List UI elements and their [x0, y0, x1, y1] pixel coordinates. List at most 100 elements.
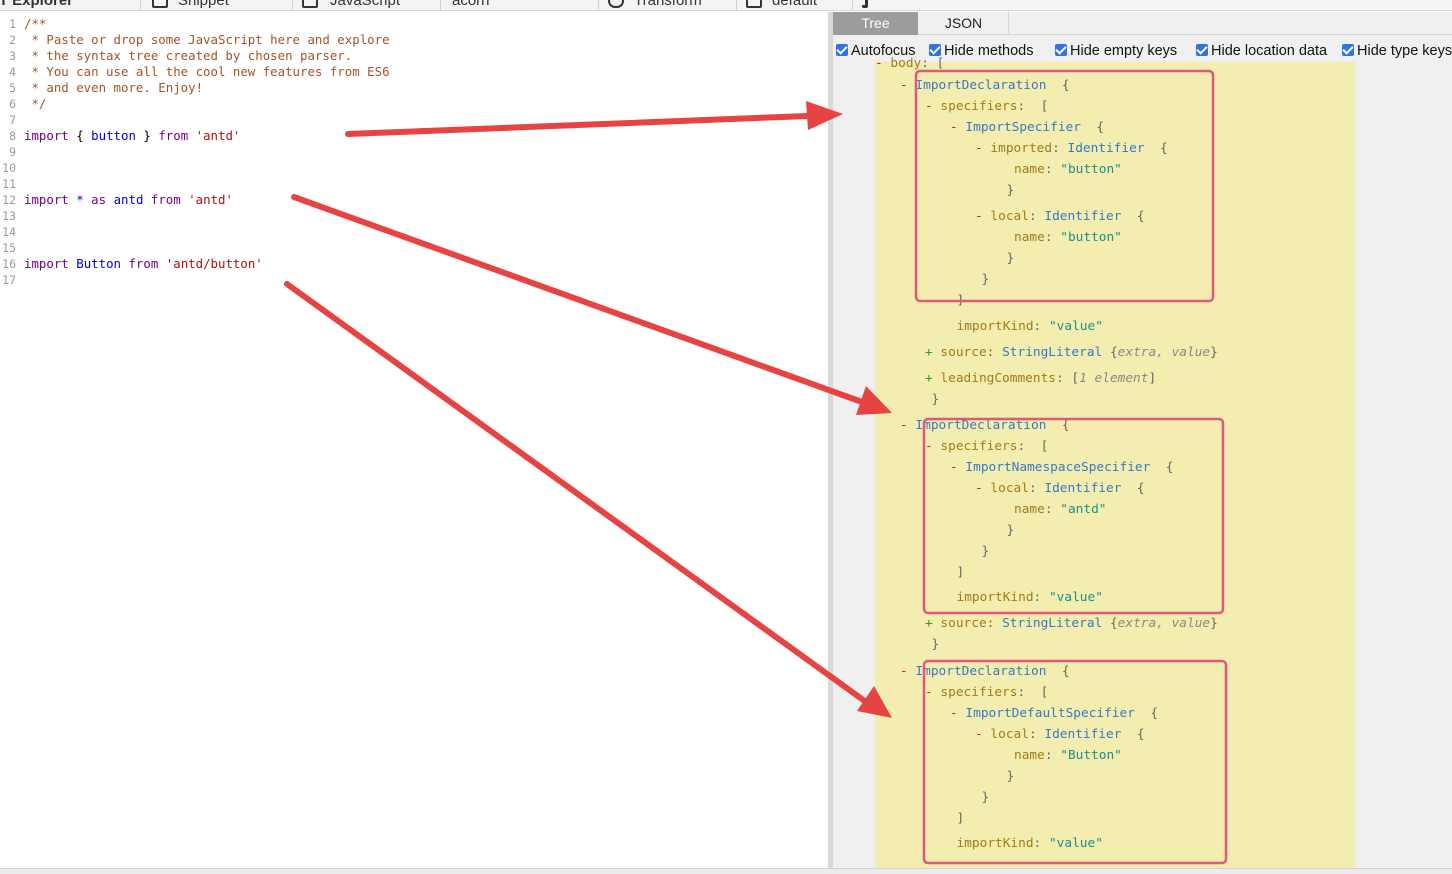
tree-node[interactable]: - specifiers: [	[925, 98, 1048, 116]
option-checkbox[interactable]: Hide empty keys	[1055, 42, 1177, 60]
tree-node[interactable]: - local: Identifier {	[975, 726, 1145, 744]
checkbox-icon[interactable]	[1342, 44, 1354, 56]
tree-node[interactable]: - specifiers: [	[925, 684, 1048, 702]
collapse-toggle[interactable]: -	[950, 460, 965, 475]
tree-token: ImportDeclaration	[915, 664, 1047, 679]
code-line[interactable]: 12 import * as antd from 'antd'	[0, 192, 828, 208]
tree-node[interactable]: }	[932, 636, 940, 654]
collapse-toggle[interactable]: -	[925, 439, 940, 454]
tree-token: :	[1052, 141, 1068, 156]
code-line[interactable]: 14	[0, 224, 828, 240]
parser-menu[interactable]: acorn	[452, 0, 490, 9]
code-line[interactable]: 6 */	[0, 96, 828, 112]
tree-token: {	[1121, 209, 1145, 224]
code-line[interactable]: 10	[0, 160, 828, 176]
language-icon[interactable]	[302, 0, 318, 8]
collapse-toggle[interactable]: -	[950, 120, 965, 135]
tree-node[interactable]: - local: Identifier {	[975, 480, 1145, 498]
tree-node[interactable]: importKind: "value"	[957, 835, 1103, 853]
transform-icon[interactable]	[608, 0, 624, 8]
tab-json[interactable]: JSON	[919, 12, 1009, 35]
option-checkbox[interactable]: Hide type keys	[1342, 42, 1452, 60]
option-checkbox[interactable]: Hide location data	[1196, 42, 1327, 60]
tree-node[interactable]: }	[982, 543, 990, 561]
code-editor[interactable]: 1/** 2 * Paste or drop some JavaScript he…	[0, 12, 828, 868]
help-icon[interactable]	[862, 0, 868, 8]
tree-node[interactable]: name: "antd"	[1014, 501, 1106, 519]
tree-node[interactable]: ]	[957, 564, 965, 582]
collapse-toggle[interactable]: -	[900, 78, 915, 93]
tree-node[interactable]: - specifiers: [	[925, 438, 1048, 456]
tree-token: Identifier	[1067, 141, 1145, 156]
checkbox-icon[interactable]	[1055, 44, 1067, 56]
tree-node[interactable]: - ImportDeclaration {	[900, 77, 1070, 95]
tree-node[interactable]: }	[1007, 768, 1015, 786]
collapse-toggle[interactable]: -	[975, 727, 990, 742]
tree-node[interactable]: + source: StringLiteral {extra, value}	[925, 344, 1218, 362]
tree-node[interactable]: }	[1007, 250, 1015, 268]
expand-toggle[interactable]: +	[925, 345, 940, 360]
snippet-menu[interactable]: Snippet	[178, 0, 229, 9]
expand-toggle[interactable]: +	[925, 616, 940, 631]
tree-node[interactable]: }	[1007, 182, 1015, 200]
tree-node[interactable]: - ImportDefaultSpecifier {	[950, 705, 1158, 723]
tree-node[interactable]: }	[982, 271, 990, 289]
tree-node[interactable]: + source: StringLiteral {extra, value}	[925, 615, 1218, 633]
tree-node[interactable]: - ImportDeclaration {	[900, 417, 1070, 435]
tree-node[interactable]: ]	[957, 292, 965, 310]
code-token: * You can use all the cool new features …	[24, 64, 390, 79]
code-line[interactable]: 11	[0, 176, 828, 192]
code-line[interactable]: 15	[0, 240, 828, 256]
tree-node[interactable]: name: "button"	[1014, 229, 1122, 247]
language-menu[interactable]: JavaScript	[330, 0, 400, 9]
tree-node[interactable]: + leadingComments: [1 element]	[925, 370, 1156, 388]
code-line[interactable]: 8 import { button } from 'antd'	[0, 128, 828, 144]
tree-node[interactable]: - ImportSpecifier {	[950, 119, 1104, 137]
code-line[interactable]: 17	[0, 272, 828, 288]
transform-menu[interactable]: Transform	[634, 0, 702, 9]
code-line[interactable]: 1 /**	[0, 16, 828, 32]
default-menu[interactable]: default	[772, 0, 817, 9]
tree-node[interactable]: - body: [	[875, 55, 944, 73]
tab-tree[interactable]: Tree	[833, 12, 918, 35]
code-line[interactable]: 3 * the syntax tree created by chosen pa…	[0, 48, 828, 64]
code-line[interactable]: 5 * and even more. Enjoy!	[0, 80, 828, 96]
tree-node[interactable]: name: "Button"	[1014, 747, 1122, 765]
collapse-toggle[interactable]: -	[900, 418, 915, 433]
expand-toggle[interactable]: +	[925, 371, 940, 386]
snippet-icon[interactable]	[152, 0, 168, 8]
tree-token: StringLiteral	[1002, 616, 1103, 631]
tree-node[interactable]: }	[932, 391, 940, 409]
tree-node[interactable]: - local: Identifier {	[975, 208, 1145, 226]
tree-node[interactable]: - imported: Identifier {	[975, 140, 1168, 158]
option-checkbox[interactable]: Hide methods	[929, 42, 1033, 60]
collapse-toggle[interactable]: -	[975, 209, 990, 224]
tree-node[interactable]: - ImportNamespaceSpecifier {	[950, 459, 1173, 477]
code-line[interactable]: 16 import Button from 'antd/button'	[0, 256, 828, 272]
tree-node[interactable]: }	[1007, 522, 1015, 540]
tree-node[interactable]: name: "button"	[1014, 161, 1122, 179]
tree-node[interactable]: importKind: "value"	[957, 589, 1103, 607]
checkbox-icon[interactable]	[836, 44, 848, 56]
collapse-toggle[interactable]: -	[975, 481, 990, 496]
collapse-toggle[interactable]: -	[900, 664, 915, 679]
collapse-toggle[interactable]: -	[925, 99, 940, 114]
checkbox-icon[interactable]	[1196, 44, 1208, 56]
collapse-toggle[interactable]: -	[875, 56, 890, 71]
bottom-scrollbar[interactable]	[0, 868, 1452, 874]
code-line[interactable]: 9	[0, 144, 828, 160]
tree-token: source	[940, 616, 987, 631]
settings-icon[interactable]	[746, 0, 762, 8]
code-line[interactable]: 4 * You can use all the cool new feature…	[0, 64, 828, 80]
collapse-toggle[interactable]: -	[975, 141, 990, 156]
collapse-toggle[interactable]: -	[925, 685, 940, 700]
top-toolbar: AST Explorer Snippet JavaScript acorn Tr…	[0, 0, 1452, 11]
tree-node[interactable]: - ImportDeclaration {	[900, 663, 1070, 681]
tree-node[interactable]: }	[982, 789, 990, 807]
code-line[interactable]: 13	[0, 208, 828, 224]
code-line[interactable]: 2 * Paste or drop some JavaScript here a…	[0, 32, 828, 48]
code-line[interactable]: 7	[0, 112, 828, 128]
collapse-toggle[interactable]: -	[950, 706, 965, 721]
tree-node[interactable]: importKind: "value"	[957, 318, 1103, 336]
tree-node[interactable]: ]	[957, 810, 965, 828]
